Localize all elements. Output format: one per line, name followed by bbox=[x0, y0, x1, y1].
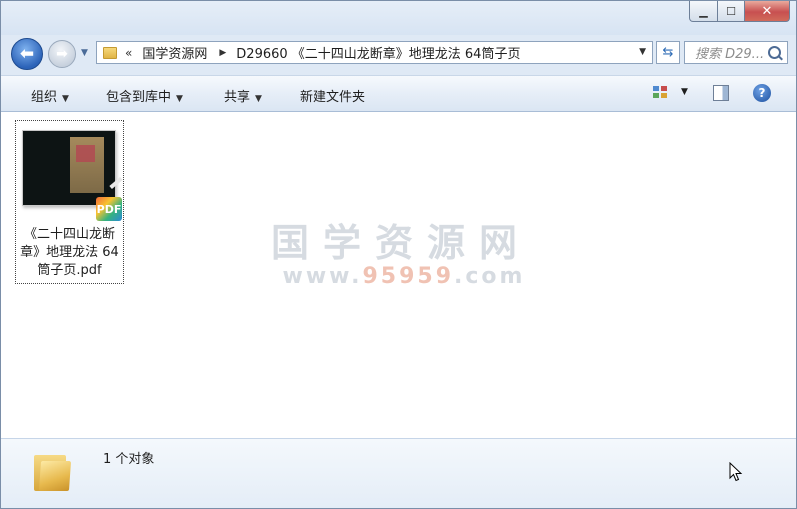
address-dropdown-icon[interactable]: ▼ bbox=[639, 47, 646, 57]
item-count: 1 个对象 bbox=[103, 452, 155, 467]
change-view-icon[interactable] bbox=[653, 86, 669, 100]
breadcrumb-overflow[interactable]: « bbox=[125, 46, 132, 60]
details-pane: 1 个对象 bbox=[1, 438, 796, 508]
back-button[interactable]: ⬅ bbox=[11, 38, 43, 70]
refresh-icon: ⇆ bbox=[662, 45, 674, 60]
share-menu[interactable]: 共享 ▼ bbox=[224, 86, 262, 105]
organize-label: 组织 bbox=[31, 90, 58, 105]
organize-menu[interactable]: 组织 ▼ bbox=[31, 86, 69, 105]
navigation-bar: ⬅ ➡ ▼ « 国学资源网 ▶ D29660 《二十四山龙断章》地理龙法 64筒… bbox=[1, 37, 796, 71]
preview-pane-icon[interactable] bbox=[713, 85, 729, 101]
arrow-left-icon: ⬅ bbox=[19, 44, 35, 64]
minimize-button[interactable]: ▁ bbox=[689, 1, 718, 22]
address-bar[interactable]: « 国学资源网 ▶ D29660 《二十四山龙断章》地理龙法 64筒子页 ▼ bbox=[96, 41, 653, 64]
refresh-button[interactable]: ⇆ bbox=[656, 41, 680, 64]
watermark-url-highlight: 95959 bbox=[362, 264, 455, 289]
command-bar: 组织 ▼ 包含到库中 ▼ 共享 ▼ 新建文件夹 ▼ ? bbox=[1, 75, 796, 112]
file-name[interactable]: 《二十四山龙断章》地理龙法 64筒子页.pdf bbox=[17, 226, 122, 280]
search-icon bbox=[768, 46, 781, 59]
watermark-url: www.95959.com bbox=[277, 264, 531, 290]
include-library-label: 包含到库中 bbox=[106, 90, 172, 105]
recent-pages-dropdown[interactable]: ▼ bbox=[81, 48, 88, 58]
breadcrumb-separator-icon[interactable]: ▶ bbox=[219, 48, 226, 58]
page-curl bbox=[109, 176, 123, 190]
title-bar: ▁ ☐ ✕ bbox=[1, 1, 796, 35]
caret-down-icon: ▼ bbox=[62, 94, 69, 104]
include-in-library-menu[interactable]: 包含到库中 ▼ bbox=[106, 86, 183, 105]
breadcrumb-item-site[interactable]: 国学资源网 bbox=[142, 43, 207, 62]
watermark-url-suffix: .com bbox=[454, 264, 526, 289]
search-input[interactable]: 搜索 D29... bbox=[684, 41, 788, 64]
explorer-window: ▁ ☐ ✕ ⬅ ➡ ▼ « 国学资源网 ▶ D29660 《二十四山龙断章》地理… bbox=[0, 0, 797, 509]
file-thumbnail bbox=[22, 130, 123, 206]
breadcrumb-item-folder[interactable]: D29660 《二十四山龙断章》地理龙法 64筒子页 bbox=[236, 43, 520, 62]
watermark-title: 国学资源网 bbox=[271, 221, 532, 265]
watermark: 国学资源网 www.95959.com bbox=[271, 222, 531, 290]
file-item[interactable]: PDF 《二十四山龙断章》地理龙法 64筒子页.pdf bbox=[15, 120, 124, 284]
mouse-pointer-icon bbox=[729, 462, 743, 482]
help-icon[interactable]: ? bbox=[753, 84, 771, 102]
window-controls: ▁ ☐ ✕ bbox=[689, 1, 790, 23]
search-placeholder: 搜索 D29... bbox=[695, 47, 765, 62]
caret-down-icon: ▼ bbox=[176, 94, 183, 104]
seal-stamp bbox=[76, 145, 95, 162]
arrow-right-icon: ➡ bbox=[56, 46, 68, 62]
folder-icon bbox=[34, 449, 72, 491]
close-button[interactable]: ✕ bbox=[745, 1, 790, 22]
new-folder-button[interactable]: 新建文件夹 bbox=[300, 86, 365, 105]
view-options-dropdown-icon[interactable]: ▼ bbox=[681, 87, 688, 97]
caret-down-icon: ▼ bbox=[255, 94, 262, 104]
pdf-icon: PDF bbox=[96, 197, 122, 221]
watermark-url-prefix: www. bbox=[282, 264, 363, 289]
share-label: 共享 bbox=[224, 90, 251, 105]
folder-icon bbox=[103, 46, 117, 59]
maximize-button[interactable]: ☐ bbox=[718, 1, 745, 22]
forward-button[interactable]: ➡ bbox=[48, 40, 76, 68]
file-list-pane[interactable]: PDF 《二十四山龙断章》地理龙法 64筒子页.pdf 国学资源网 www.95… bbox=[1, 112, 796, 438]
